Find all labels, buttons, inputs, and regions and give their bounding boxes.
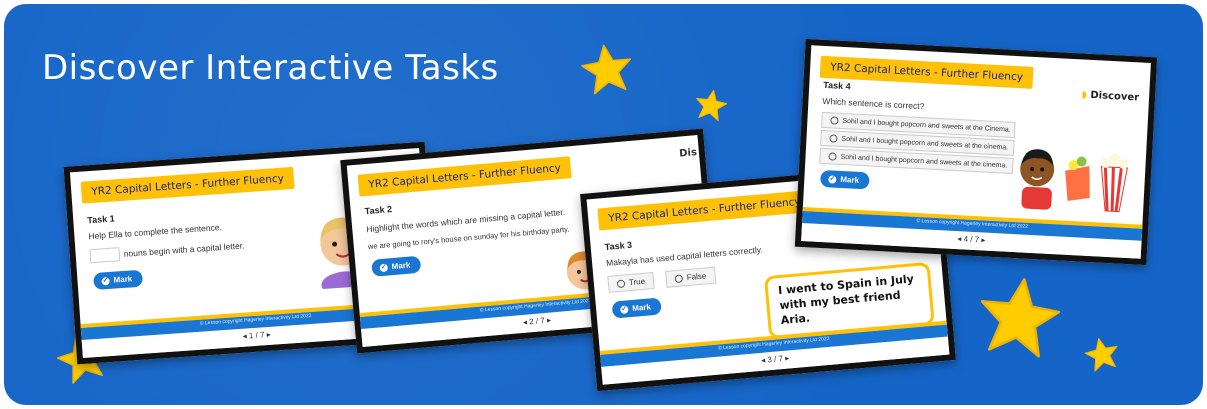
promo-banner: Discover Interactive Tasks YR2 Capital L… <box>4 4 1203 405</box>
option-false[interactable]: False <box>665 266 716 288</box>
boy-with-popcorn-illustration <box>1015 138 1135 214</box>
slide-title: YR2 Capital Letters - Further Fluency <box>80 166 295 204</box>
option-true[interactable]: True <box>607 271 655 293</box>
discover-logo-fragment: Dis <box>678 147 698 160</box>
task-slide-4[interactable]: YR2 Capital Letters - Further Fluency ◗ … <box>794 38 1158 266</box>
star-icon <box>691 85 730 124</box>
radio-icon <box>674 274 684 284</box>
task-question: Which sentence is correct? <box>822 95 925 112</box>
check-icon: ✓ <box>379 263 389 273</box>
radio-icon <box>828 152 837 161</box>
radio-icon <box>830 116 839 125</box>
mark-button[interactable]: ✓ Mark <box>93 269 143 291</box>
radio-icon <box>616 279 626 289</box>
answer-input[interactable] <box>89 247 121 264</box>
task-instruction: Help Ella to complete the sentence. <box>88 221 223 242</box>
slide-title: YR2 Capital Letters - Further Fluency <box>357 156 572 197</box>
check-icon: ✓ <box>619 305 629 314</box>
star-icon <box>970 268 1067 365</box>
slide-title: YR2 Capital Letters - Further Fluency <box>597 190 812 231</box>
logo-mark-icon: ◗ <box>1081 89 1088 101</box>
mark-button[interactable]: ✓ Mark <box>371 255 422 277</box>
mark-button[interactable]: ✓ Mark <box>819 169 870 190</box>
task-label: Task 1 <box>86 213 115 226</box>
task-label: Task 4 <box>823 79 851 92</box>
radio-icon <box>829 134 838 143</box>
discover-logo: ◗ Discover <box>1081 89 1140 104</box>
task-label: Task 2 <box>364 203 393 217</box>
banner-headline: Discover Interactive Tasks <box>42 48 499 88</box>
check-icon: ✓ <box>828 175 837 184</box>
mark-button[interactable]: ✓ Mark <box>611 297 662 319</box>
check-icon: ✓ <box>101 276 110 286</box>
task-label: Task 3 <box>604 239 633 253</box>
star-icon <box>1081 333 1124 376</box>
slide-title: YR2 Capital Letters - Further Fluency <box>819 55 1034 89</box>
star-icon <box>577 39 638 100</box>
sentence-text: nouns begin with a capital letter. <box>123 240 245 259</box>
